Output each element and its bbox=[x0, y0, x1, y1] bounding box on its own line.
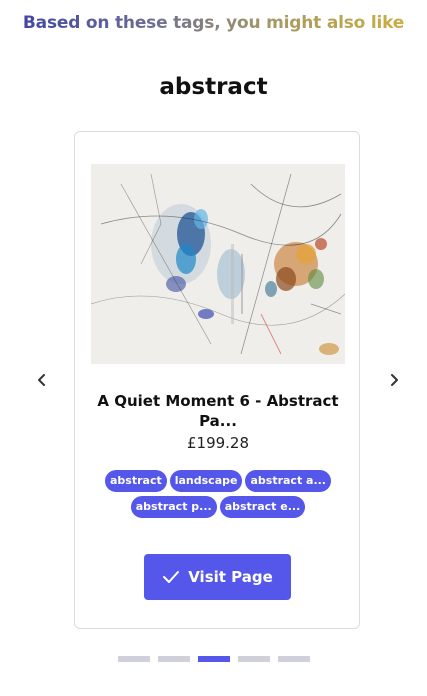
carousel-dot-5[interactable] bbox=[278, 656, 310, 662]
tag-chip[interactable]: abstract p... bbox=[130, 496, 217, 518]
tag-chip[interactable]: abstract bbox=[105, 470, 167, 492]
visit-page-button[interactable]: Visit Page bbox=[144, 554, 291, 600]
tag-chip[interactable]: abstract a... bbox=[245, 470, 331, 492]
tag-chip[interactable]: landscape bbox=[169, 470, 243, 492]
visit-page-label: Visit Page bbox=[188, 568, 273, 586]
checkmark-icon bbox=[163, 571, 180, 583]
product-card: A Quiet Moment 6 - Abstract Pa... £199.2… bbox=[74, 131, 360, 629]
carousel-dot-4[interactable] bbox=[238, 656, 270, 662]
carousel-prev-button[interactable] bbox=[33, 371, 51, 389]
carousel-dot-3[interactable] bbox=[198, 656, 230, 662]
carousel-dot-1[interactable] bbox=[118, 656, 150, 662]
product-title[interactable]: A Quiet Moment 6 - Abstract Pa... bbox=[85, 391, 351, 431]
chevron-right-icon bbox=[391, 374, 398, 386]
product-image[interactable] bbox=[91, 164, 345, 364]
carousel-pagination bbox=[118, 656, 310, 662]
carousel-dot-2[interactable] bbox=[158, 656, 190, 662]
chevron-left-icon bbox=[38, 374, 45, 386]
recommendations-page: Based on these tags, you might also like… bbox=[0, 0, 427, 696]
tag-title: abstract bbox=[159, 74, 268, 100]
tag-chip[interactable]: abstract e... bbox=[219, 496, 306, 518]
product-title-line1: A Quiet Moment 6 - Abstract bbox=[97, 392, 339, 410]
tag-list: abstract landscape abstract a... abstrac… bbox=[101, 470, 335, 518]
recommendation-headline: Based on these tags, you might also like bbox=[0, 13, 427, 33]
carousel-next-button[interactable] bbox=[385, 371, 403, 389]
product-title-line2: Pa... bbox=[199, 412, 237, 430]
product-price: £199.28 bbox=[186, 434, 250, 452]
